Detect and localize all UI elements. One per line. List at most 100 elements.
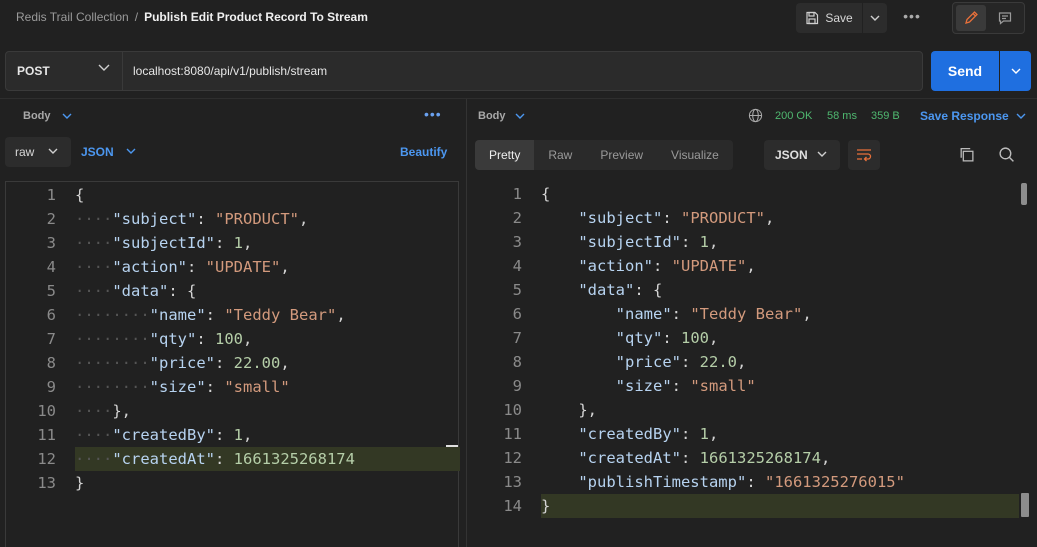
response-code-line[interactable]: 14}: [503, 494, 1019, 518]
copy-icon[interactable]: [958, 146, 975, 163]
line-number: 9: [46, 378, 56, 396]
save-label: Save: [825, 11, 853, 25]
response-code-line[interactable]: 5 "data": {: [470, 278, 1037, 302]
code-text: ····"action": "UPDATE",: [75, 258, 290, 276]
breadcrumb-separator: /: [134, 10, 139, 24]
url-input[interactable]: localhost:8080/api/v1/publish/stream: [122, 51, 923, 91]
code-text: ········"price": 22.00,: [75, 354, 290, 372]
text-cursor: [446, 445, 458, 447]
request-code-line[interactable]: 6 ········"name": "Teddy Bear",: [6, 303, 458, 327]
response-body-label[interactable]: Body: [478, 110, 506, 122]
code-text: {: [75, 186, 85, 204]
response-time[interactable]: 58 ms: [827, 110, 857, 122]
comment-mode-button[interactable]: [990, 5, 1020, 31]
chevron-down-icon[interactable]: [515, 113, 525, 119]
code-text: ····"data": {: [75, 282, 197, 300]
code-text: ····"subject": "PRODUCT",: [75, 210, 309, 228]
code-text: }: [75, 474, 85, 492]
more-options-button[interactable]: •••: [899, 8, 925, 28]
response-code-line[interactable]: 11 "createdBy": 1,: [470, 422, 1037, 446]
code-text: ····},: [75, 402, 131, 420]
chevron-down-icon[interactable]: [1016, 113, 1026, 119]
response-code-line[interactable]: 2 "subject": "PRODUCT",: [470, 206, 1037, 230]
line-number: 8: [46, 354, 56, 372]
scrollbar-thumb[interactable]: [1021, 493, 1029, 517]
chevron-down-icon[interactable]: [126, 148, 136, 154]
save-response-button[interactable]: Save Response: [920, 109, 1009, 123]
request-more-button[interactable]: •••: [424, 106, 442, 122]
response-code-line[interactable]: 8 "price": 22.0,: [470, 350, 1037, 374]
code-text: "price": 22.0,: [615, 353, 747, 371]
comment-icon: [998, 12, 1012, 25]
response-code-line[interactable]: 1{: [470, 182, 1037, 206]
vertical-scrollbar[interactable]: [1021, 183, 1027, 205]
response-code-line[interactable]: 6 "name": "Teddy Bear",: [470, 302, 1037, 326]
wrap-lines-button[interactable]: [848, 140, 880, 170]
tab-raw[interactable]: Raw: [534, 140, 587, 170]
beautify-button[interactable]: Beautify: [400, 145, 447, 159]
request-code-line[interactable]: 11 ····"createdBy": 1,: [6, 423, 458, 447]
response-code-line[interactable]: 9 "size": "small": [470, 374, 1037, 398]
code-text: ········"qty": 100,: [75, 330, 253, 348]
send-button[interactable]: Send: [931, 51, 999, 91]
tab-visualize[interactable]: Visualize: [657, 140, 733, 170]
chevron-down-icon: [98, 64, 110, 71]
code-text: "createdAt": 1661325268174,: [578, 449, 831, 467]
chevron-down-icon[interactable]: [62, 113, 72, 119]
request-code-line[interactable]: 9 ········"size": "small": [6, 375, 458, 399]
request-code-line[interactable]: 8 ········"price": 22.00,: [6, 351, 458, 375]
response-view-tabs: Pretty Raw Preview Visualize: [475, 140, 733, 170]
code-text: "data": {: [578, 281, 663, 299]
request-body-editor[interactable]: 1{2 ····"subject": "PRODUCT", 3 ····"subjec…: [5, 181, 460, 547]
response-code-line[interactable]: 7 "qty": 100,: [470, 326, 1037, 350]
tab-preview[interactable]: Preview: [586, 140, 658, 170]
request-code-line[interactable]: 3 ····"subjectId": 1,: [6, 231, 458, 255]
edit-mode-button[interactable]: [956, 5, 986, 31]
response-code-line[interactable]: 12 "createdAt": 1661325268174,: [470, 446, 1037, 470]
tab-pretty[interactable]: Pretty: [475, 140, 535, 170]
send-options-button[interactable]: [1000, 51, 1031, 91]
request-code-line[interactable]: 12 ····"createdAt": 1661325268174: [37, 447, 460, 471]
save-button[interactable]: Save: [796, 3, 862, 33]
code-text: "size": "small": [615, 377, 756, 395]
status-code[interactable]: 200 OK: [775, 110, 812, 122]
request-body-label[interactable]: Body: [23, 110, 51, 122]
line-number: 14: [503, 497, 522, 515]
body-mode-select[interactable]: raw: [5, 137, 71, 167]
request-code-line[interactable]: 1{: [6, 183, 458, 207]
code-text: "name": "Teddy Bear",: [615, 305, 812, 323]
code-text: },: [578, 401, 597, 419]
request-code-line[interactable]: 10 ····},: [6, 399, 458, 423]
breadcrumb-collection[interactable]: Redis Trail Collection: [16, 10, 129, 24]
chevron-down-icon: [870, 15, 880, 21]
code-text: {: [541, 185, 551, 203]
line-number: 5: [512, 281, 522, 299]
save-icon: [806, 11, 819, 25]
globe-icon[interactable]: [748, 108, 763, 123]
request-name[interactable]: Publish Edit Product Record To Stream: [144, 10, 368, 24]
request-code-line[interactable]: 7 ········"qty": 100,: [6, 327, 458, 351]
line-number: 9: [512, 377, 522, 395]
code-text: ········"name": "Teddy Bear",: [75, 306, 346, 324]
pane-divider[interactable]: [466, 99, 467, 547]
request-code-line[interactable]: 4 ····"action": "UPDATE",: [6, 255, 458, 279]
response-body-viewer[interactable]: 1{2 "subject": "PRODUCT", 3 "subjectId": …: [470, 181, 1037, 547]
request-language-select[interactable]: JSON: [81, 145, 114, 159]
request-code-line[interactable]: 2 ····"subject": "PRODUCT",: [6, 207, 458, 231]
request-code-line[interactable]: 5 ····"data": {: [6, 279, 458, 303]
line-number: 12: [37, 450, 56, 468]
code-text: "subjectId": 1,: [578, 233, 719, 251]
response-language-label: JSON: [775, 148, 808, 162]
save-options-button[interactable]: [863, 3, 887, 33]
url-text: localhost:8080/api/v1/publish/stream: [133, 64, 328, 78]
response-language-select[interactable]: JSON: [764, 140, 840, 170]
response-code-line[interactable]: 13 "publishTimestamp": "1661325276015": [470, 470, 1037, 494]
line-number: 12: [503, 449, 522, 467]
line-number: 11: [37, 426, 56, 444]
response-code-line[interactable]: 10 },: [470, 398, 1037, 422]
request-code-line[interactable]: 13}: [6, 471, 458, 495]
search-icon[interactable]: [998, 146, 1015, 163]
response-code-line[interactable]: 3 "subjectId": 1,: [470, 230, 1037, 254]
response-code-line[interactable]: 4 "action": "UPDATE",: [470, 254, 1037, 278]
response-size[interactable]: 359 B: [871, 110, 900, 122]
